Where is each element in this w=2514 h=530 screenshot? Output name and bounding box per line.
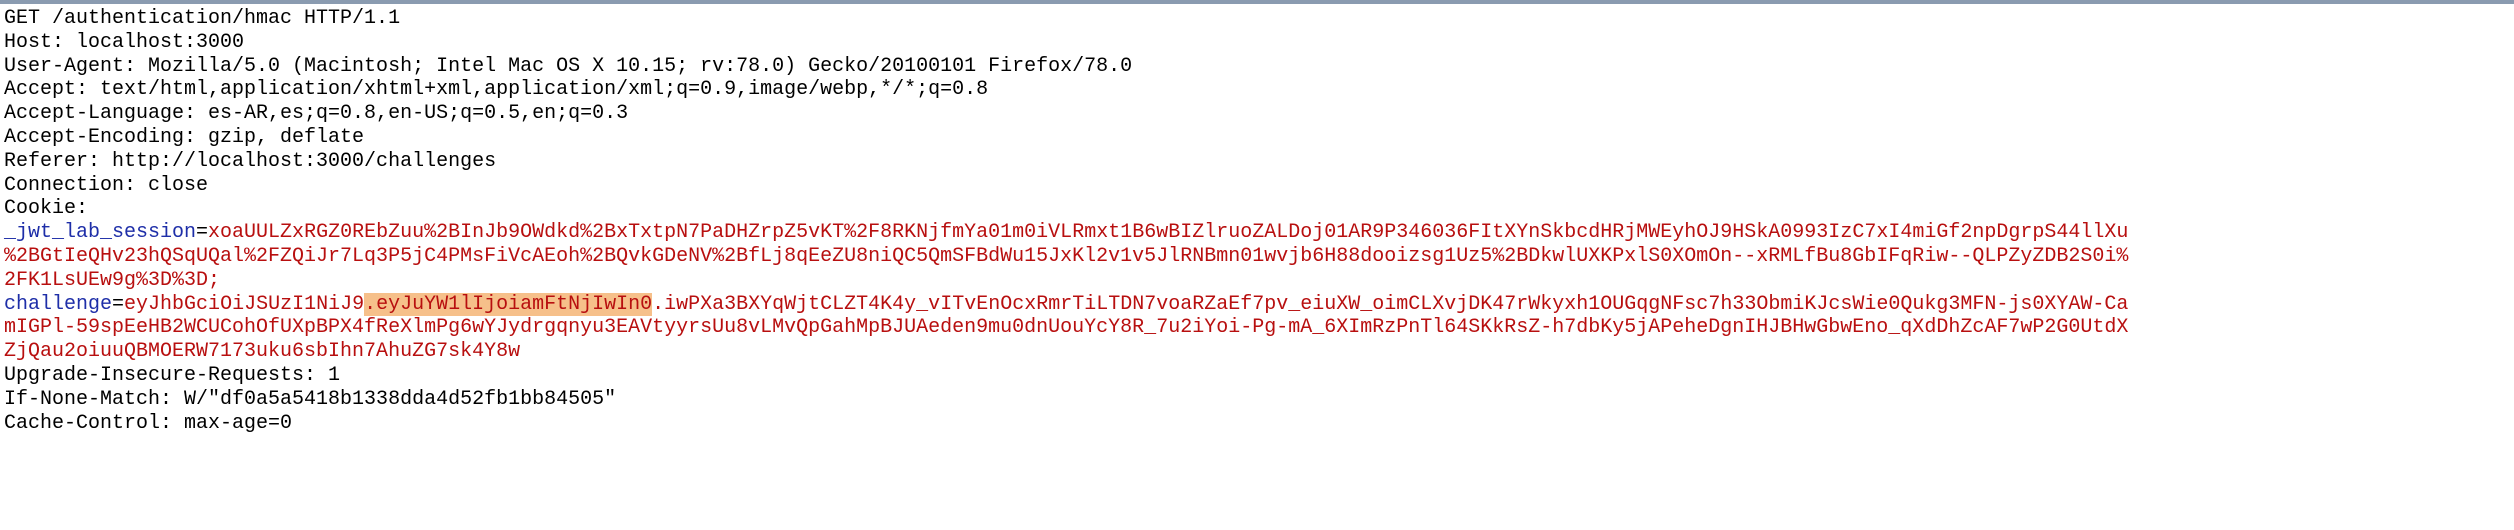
jwt-payload-selection[interactable]: .eyJuYW1lIjoiamFtNjIwIn0	[364, 292, 653, 316]
accept-encoding-header[interactable]: Accept-Encoding: gzip, deflate	[4, 126, 2504, 150]
connection-header[interactable]: Connection: close	[4, 174, 2504, 198]
http-request-editor[interactable]: GET /authentication/hmac HTTP/1.1 Host: …	[4, 7, 2504, 435]
jwt-session-cookie-line-2[interactable]: %2BGtIeQHv23hQSqUQal%2FZQiJr7Lq3P5jC4PMs…	[4, 245, 2504, 269]
cookie-equals: =	[112, 292, 125, 316]
jwt-session-cookie-line-3[interactable]: 2FK1LsUEw9g%3D%3D;	[4, 269, 2504, 293]
challenge-cookie-line-3[interactable]: ZjQau2oiuuQBMOERW7173uku6sbIhn7AhuZG7sk4…	[4, 340, 2504, 364]
challenge-cookie-line-2[interactable]: mIGPl-59spEeHB2WCUCohOfUXpBPX4fReXlmPg6w…	[4, 316, 2504, 340]
pane-top-border	[0, 0, 2514, 4]
cookie-header[interactable]: Cookie:	[4, 197, 2504, 221]
accept-header[interactable]: Accept: text/html,application/xhtml+xml,…	[4, 78, 2504, 102]
jwt-session-cookie-value: xoaUULZxRGZ0REbZuu%2BInJb9OWdkd%2BxTxtpN…	[208, 221, 2129, 245]
challenge-cookie-name: challenge	[4, 292, 113, 316]
cache-control-header[interactable]: Cache-Control: max-age=0	[4, 412, 2504, 436]
jwt-session-cookie-line-1[interactable]: _jwt_lab_session=xoaUULZxRGZ0REbZuu%2BIn…	[4, 221, 2504, 245]
accept-language-header[interactable]: Accept-Language: es-AR,es;q=0.8,en-US;q=…	[4, 102, 2504, 126]
challenge-cookie-line-1[interactable]: challenge=eyJhbGciOiJSUzI1NiJ9.eyJuYW1lI…	[4, 292, 2504, 317]
jwt-signature-segment: .iwPXa3BXYqWjtCLZT4K4y_vITvEnOcxRmrTiLTD…	[652, 292, 2129, 316]
user-agent-header[interactable]: User-Agent: Mozilla/5.0 (Macintosh; Inte…	[4, 55, 2504, 79]
upgrade-insecure-requests-header[interactable]: Upgrade-Insecure-Requests: 1	[4, 364, 2504, 388]
jwt-header-segment: eyJhbGciOiJSUzI1NiJ9	[124, 292, 365, 316]
host-header[interactable]: Host: localhost:3000	[4, 31, 2504, 55]
cookie-equals: =	[196, 221, 209, 245]
referer-header[interactable]: Referer: http://localhost:3000/challenge…	[4, 150, 2504, 174]
request-line[interactable]: GET /authentication/hmac HTTP/1.1	[4, 7, 2504, 31]
jwt-session-cookie-name: _jwt_lab_session	[4, 221, 197, 245]
if-none-match-header[interactable]: If-None-Match: W/"df0a5a5418b1338dda4d52…	[4, 388, 2504, 412]
